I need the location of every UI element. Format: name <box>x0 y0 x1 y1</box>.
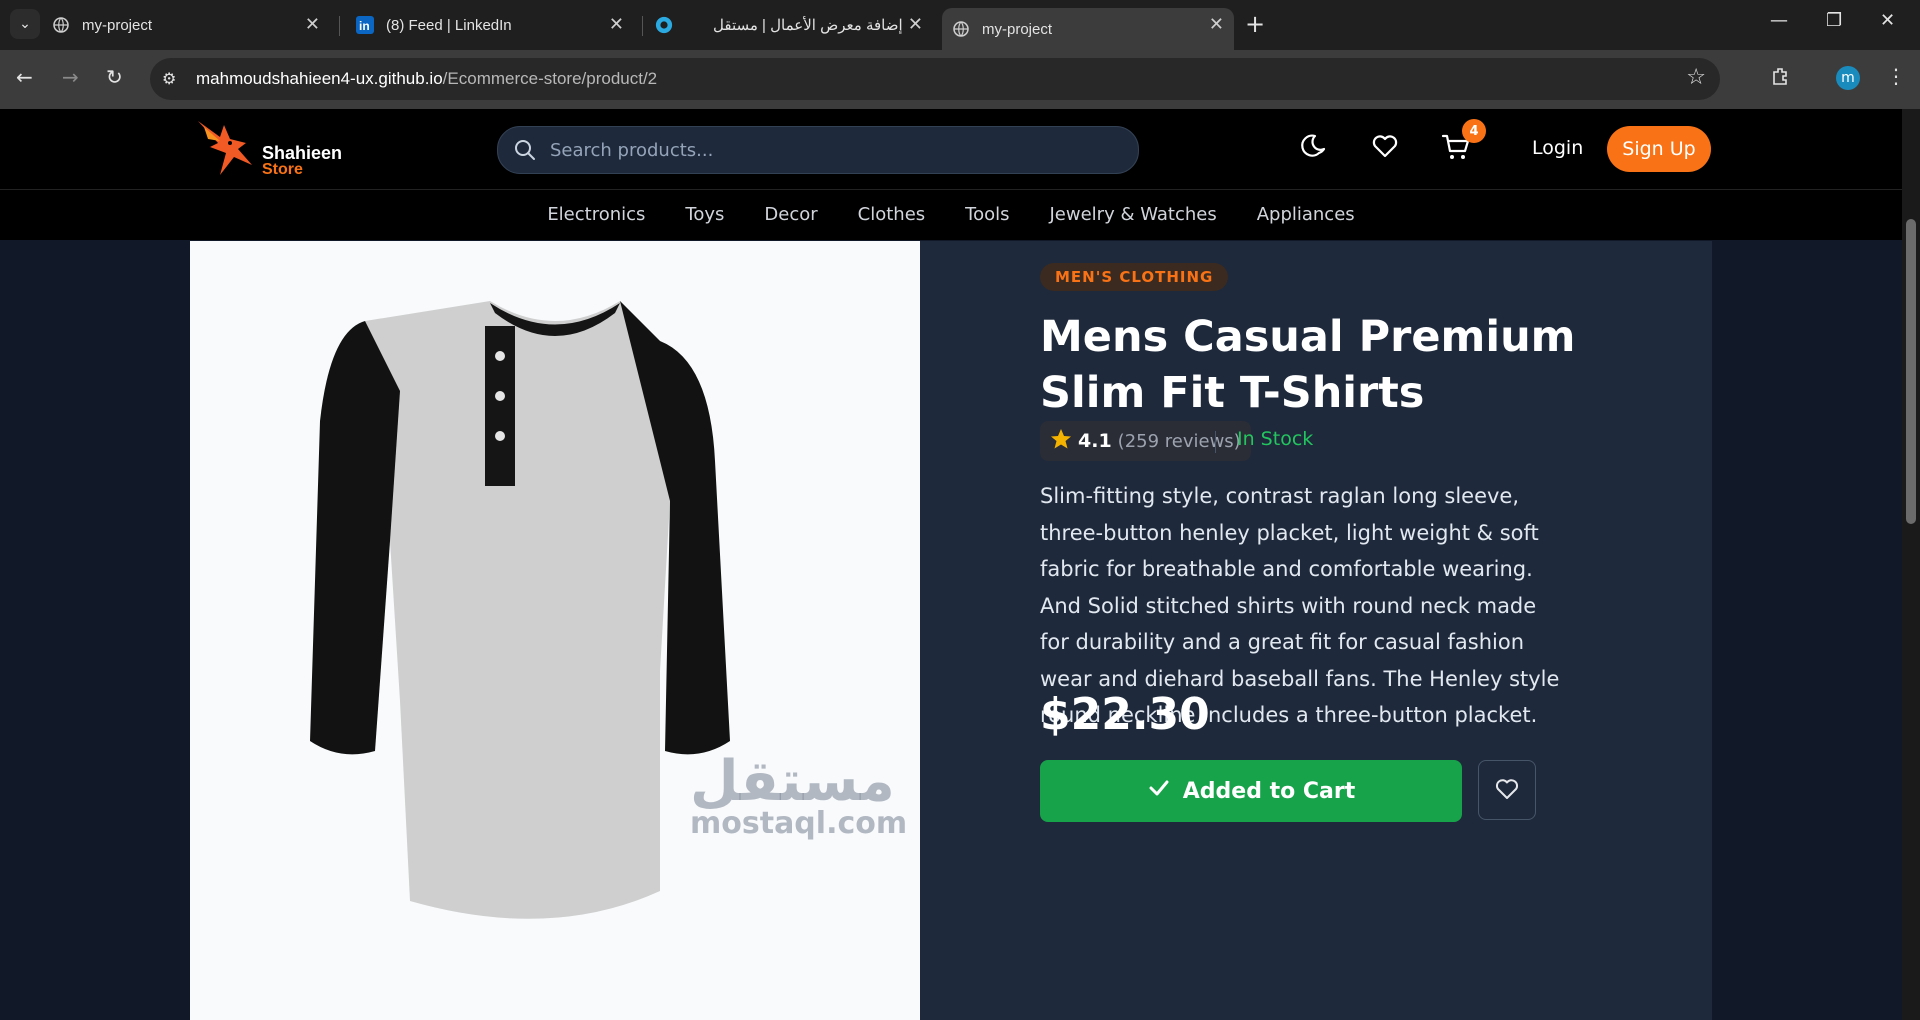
review-count[interactable]: (259 reviews) <box>1118 431 1241 452</box>
scrollbar-thumb[interactable] <box>1906 219 1916 524</box>
tshirt-illustration <box>310 301 730 919</box>
watermark-arabic: مستقل <box>690 749 895 814</box>
website: Shahieen Store 4 Login Sign Up Electroni… <box>0 109 1902 1020</box>
url-text: mahmoudshahieen4-ux.github.io/Ecommerce-… <box>196 69 658 88</box>
category-nav: Electronics Toys Decor Clothes Tools Jew… <box>0 190 1902 240</box>
category-tools[interactable]: Tools <box>945 190 1029 240</box>
page-scrollbar[interactable] <box>1902 109 1920 1020</box>
svg-text:in: in <box>359 19 370 33</box>
tab-separator <box>339 16 340 36</box>
tab-mostaql[interactable]: إضافة معرض الأعمال | مستقل ✕ <box>655 8 933 42</box>
tab-separator <box>642 16 643 36</box>
category-jewelry-watches[interactable]: Jewelry & Watches <box>1030 190 1237 240</box>
mostaql-watermark: مستقل mostaql.com <box>690 749 950 841</box>
wishlist-heart-icon[interactable] <box>1370 131 1404 165</box>
logo-subtitle: Store <box>262 161 303 178</box>
tab-title: إضافة معرض الأعمال | مستقل <box>713 17 903 34</box>
category-badge[interactable]: MEN'S CLOTHING <box>1040 263 1229 291</box>
restore-icon[interactable]: ❐ <box>1826 10 1842 31</box>
stock-status: In Stock <box>1237 428 1314 450</box>
tab-linkedin[interactable]: in (8) Feed | LinkedIn ✕ <box>356 8 634 42</box>
cart-count-badge: 4 <box>1462 119 1486 143</box>
globe-icon <box>52 16 70 34</box>
divider <box>1215 431 1216 453</box>
new-tab-button[interactable]: + <box>1245 10 1265 38</box>
close-icon[interactable]: ✕ <box>305 14 320 35</box>
tab-title: my-project <box>982 20 1053 38</box>
search-bar[interactable] <box>497 126 1139 174</box>
site-settings-icon[interactable]: ⚙ <box>162 69 176 88</box>
tab-my-project-active[interactable]: my-project ✕ <box>942 8 1234 50</box>
close-icon[interactable]: ✕ <box>1209 14 1224 35</box>
minimize-icon[interactable]: — <box>1770 10 1788 31</box>
product-title: Mens Casual Premium Slim Fit T-Shirts <box>1040 312 1576 418</box>
close-icon[interactable]: ✕ <box>908 14 923 35</box>
close-icon[interactable]: ✕ <box>609 14 624 35</box>
store-logo[interactable]: Shahieen Store <box>190 113 350 189</box>
tab-title: my-project <box>82 16 153 34</box>
window-close-icon[interactable]: ✕ <box>1880 10 1895 31</box>
linkedin-icon: in <box>356 16 374 34</box>
tab-search-button[interactable]: ⌄ <box>10 9 40 39</box>
globe-icon <box>952 20 970 38</box>
product-price: $22.30 <box>1040 689 1210 740</box>
added-to-cart-label: Added to Cart <box>1182 778 1356 804</box>
search-icon <box>514 139 536 165</box>
watermark-latin: mostaql.com <box>690 806 908 841</box>
product-image <box>190 241 920 1020</box>
check-icon <box>1147 776 1171 806</box>
bookmark-star-icon[interactable]: ☆ <box>1686 65 1706 90</box>
extensions-icon[interactable] <box>1770 66 1790 91</box>
heart-icon <box>1494 776 1520 805</box>
browser-menu-icon[interactable]: ⋮ <box>1886 64 1906 88</box>
category-clothes[interactable]: Clothes <box>838 190 946 240</box>
added-to-cart-button[interactable]: Added to Cart <box>1040 760 1462 822</box>
address-bar[interactable]: ⚙ mahmoudshahieen4-ux.github.io/Ecommerc… <box>150 58 1720 100</box>
category-toys[interactable]: Toys <box>665 190 744 240</box>
rating-chip: 4.1 (259 reviews) <box>1040 421 1251 461</box>
product-card: MEN'S CLOTHING Mens Casual Premium Slim … <box>190 241 1712 1020</box>
browser-toolbar: ← → ↻ ⚙ mahmoudshahieen4-ux.github.io/Ec… <box>0 50 1920 109</box>
tab-title: (8) Feed | LinkedIn <box>386 16 512 34</box>
back-icon[interactable]: ← <box>16 65 33 89</box>
eagle-icon <box>198 121 252 175</box>
forward-icon[interactable]: → <box>62 65 79 89</box>
profile-avatar[interactable]: m <box>1836 66 1860 90</box>
reload-icon[interactable]: ↻ <box>106 65 123 89</box>
category-electronics[interactable]: Electronics <box>527 190 665 240</box>
star-icon <box>1050 428 1072 454</box>
rating-value: 4.1 <box>1078 430 1112 452</box>
category-decor[interactable]: Decor <box>744 190 837 240</box>
login-link[interactable]: Login <box>1532 137 1583 159</box>
tab-my-project-1[interactable]: my-project ✕ <box>52 8 330 42</box>
add-to-wishlist-button[interactable] <box>1478 760 1536 820</box>
dark-mode-icon[interactable] <box>1299 131 1333 165</box>
category-appliances[interactable]: Appliances <box>1237 190 1375 240</box>
mostaql-icon <box>655 16 673 34</box>
site-header: Shahieen Store 4 Login Sign Up <box>0 109 1902 190</box>
browser-tab-bar: ⌄ my-project ✕ in (8) Feed | LinkedIn ✕ … <box>0 0 1920 50</box>
signup-button[interactable]: Sign Up <box>1607 126 1711 172</box>
search-input[interactable] <box>548 135 1112 165</box>
